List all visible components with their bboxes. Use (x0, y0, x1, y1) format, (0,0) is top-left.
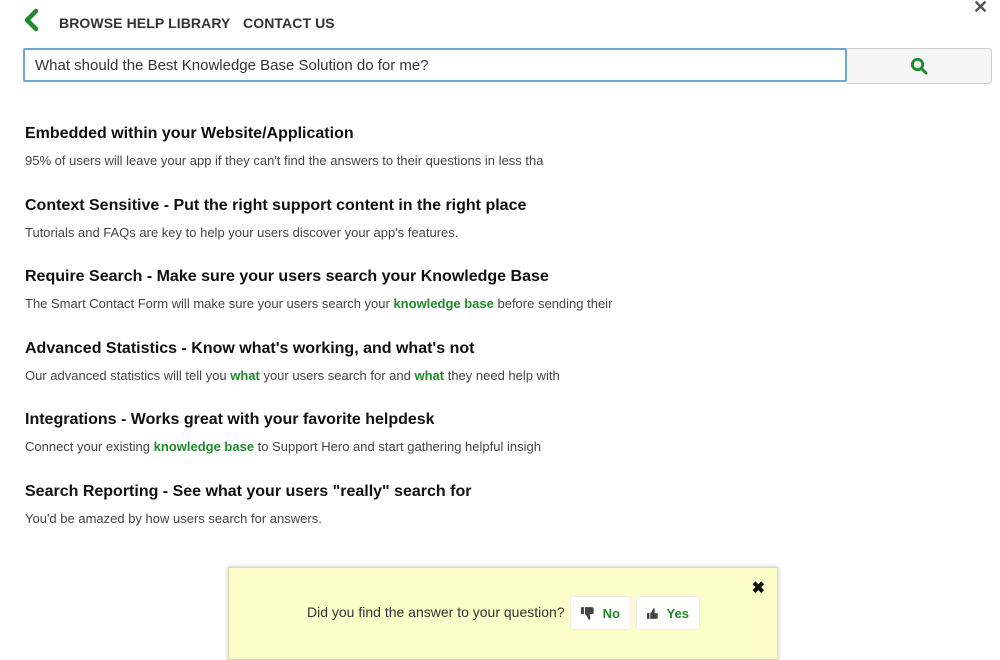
thumbs-up-icon (647, 607, 658, 619)
snippet-text: to Support Hero and start gathering help… (254, 439, 541, 454)
close-icon[interactable]: ✕ (973, 0, 988, 18)
result-title[interactable]: Require Search - Make sure your users se… (25, 267, 725, 287)
feedback-no-button[interactable]: No (570, 596, 631, 630)
result-title[interactable]: Search Reporting - See what your users "… (25, 482, 725, 502)
back-button[interactable] (22, 8, 42, 32)
search-results: Embedded within your Website/Application… (25, 124, 725, 553)
result-snippet: 95% of users will leave your app if they… (25, 153, 725, 169)
result-snippet: Connect your existing knowledge base to … (25, 439, 725, 455)
result-title[interactable]: Context Sensitive - Put the right suppor… (25, 196, 725, 216)
feedback-question: Did you find the answer to your question… (307, 604, 565, 620)
chevron-left-icon (24, 8, 39, 32)
browse-help-library-link[interactable]: BROWSE HELP LIBRARY (59, 15, 230, 31)
snippet-text: Connect your existing (25, 439, 154, 454)
snippet-text: Tutorials and FAQs are key to help your … (25, 224, 459, 240)
snippet-text: Our advanced statistics will tell you (25, 367, 231, 383)
highlighted-term: knowledge base (393, 296, 494, 311)
feedback-no-label: No (602, 605, 620, 621)
snippet-text: your users search for and (259, 367, 415, 383)
feedback-close-icon[interactable]: ✖ (752, 578, 765, 598)
snippet-text: before sending their (493, 296, 613, 311)
contact-us-link[interactable]: CONTACT US (243, 15, 335, 31)
result-snippet: Our advanced statistics will tell you wh… (25, 368, 725, 384)
result-snippet: You'd be amazed by how users search for … (25, 511, 725, 527)
thumbs-down-icon (581, 606, 594, 620)
top-nav: BROWSE HELP LIBRARY CONTACT US ✕ (0, 0, 1000, 45)
result-snippet: Tutorials and FAQs are key to help your … (25, 225, 725, 241)
result-title[interactable]: Integrations - Works great with your fav… (25, 410, 725, 430)
search-input[interactable] (23, 48, 847, 82)
snippet-text: You'd be amazed by how users search for … (25, 510, 322, 526)
result-title[interactable]: Advanced Statistics - Know what's workin… (25, 339, 725, 359)
search-bar (23, 48, 992, 84)
result-item[interactable]: Advanced Statistics - Know what's workin… (25, 339, 725, 411)
highlighted-term: what (414, 367, 445, 383)
result-snippet: The Smart Contact Form will make sure yo… (25, 296, 725, 312)
feedback-yes-button[interactable]: Yes (636, 596, 700, 630)
snippet-text: The Smart Contact Form will make sure yo… (25, 296, 394, 311)
result-item[interactable]: Require Search - Make sure your users se… (25, 267, 725, 339)
feedback-yes-label: Yes (666, 605, 689, 621)
highlighted-term: what (230, 367, 260, 383)
feedback-panel: ✖ Did you find the answer to your questi… (228, 567, 778, 660)
result-item[interactable]: Context Sensitive - Put the right suppor… (25, 196, 725, 268)
snippet-text: 95% of users will leave your app if they… (25, 153, 544, 168)
snippet-text: they need help with (444, 367, 560, 383)
result-item[interactable]: Integrations - Works great with your fav… (25, 410, 725, 482)
highlighted-term: knowledge base (153, 439, 255, 454)
result-item[interactable]: Embedded within your Website/Application… (25, 124, 725, 196)
search-icon (910, 57, 928, 75)
search-button[interactable] (847, 48, 992, 84)
result-title[interactable]: Embedded within your Website/Application (25, 124, 725, 144)
result-item[interactable]: Search Reporting - See what your users "… (25, 482, 725, 554)
